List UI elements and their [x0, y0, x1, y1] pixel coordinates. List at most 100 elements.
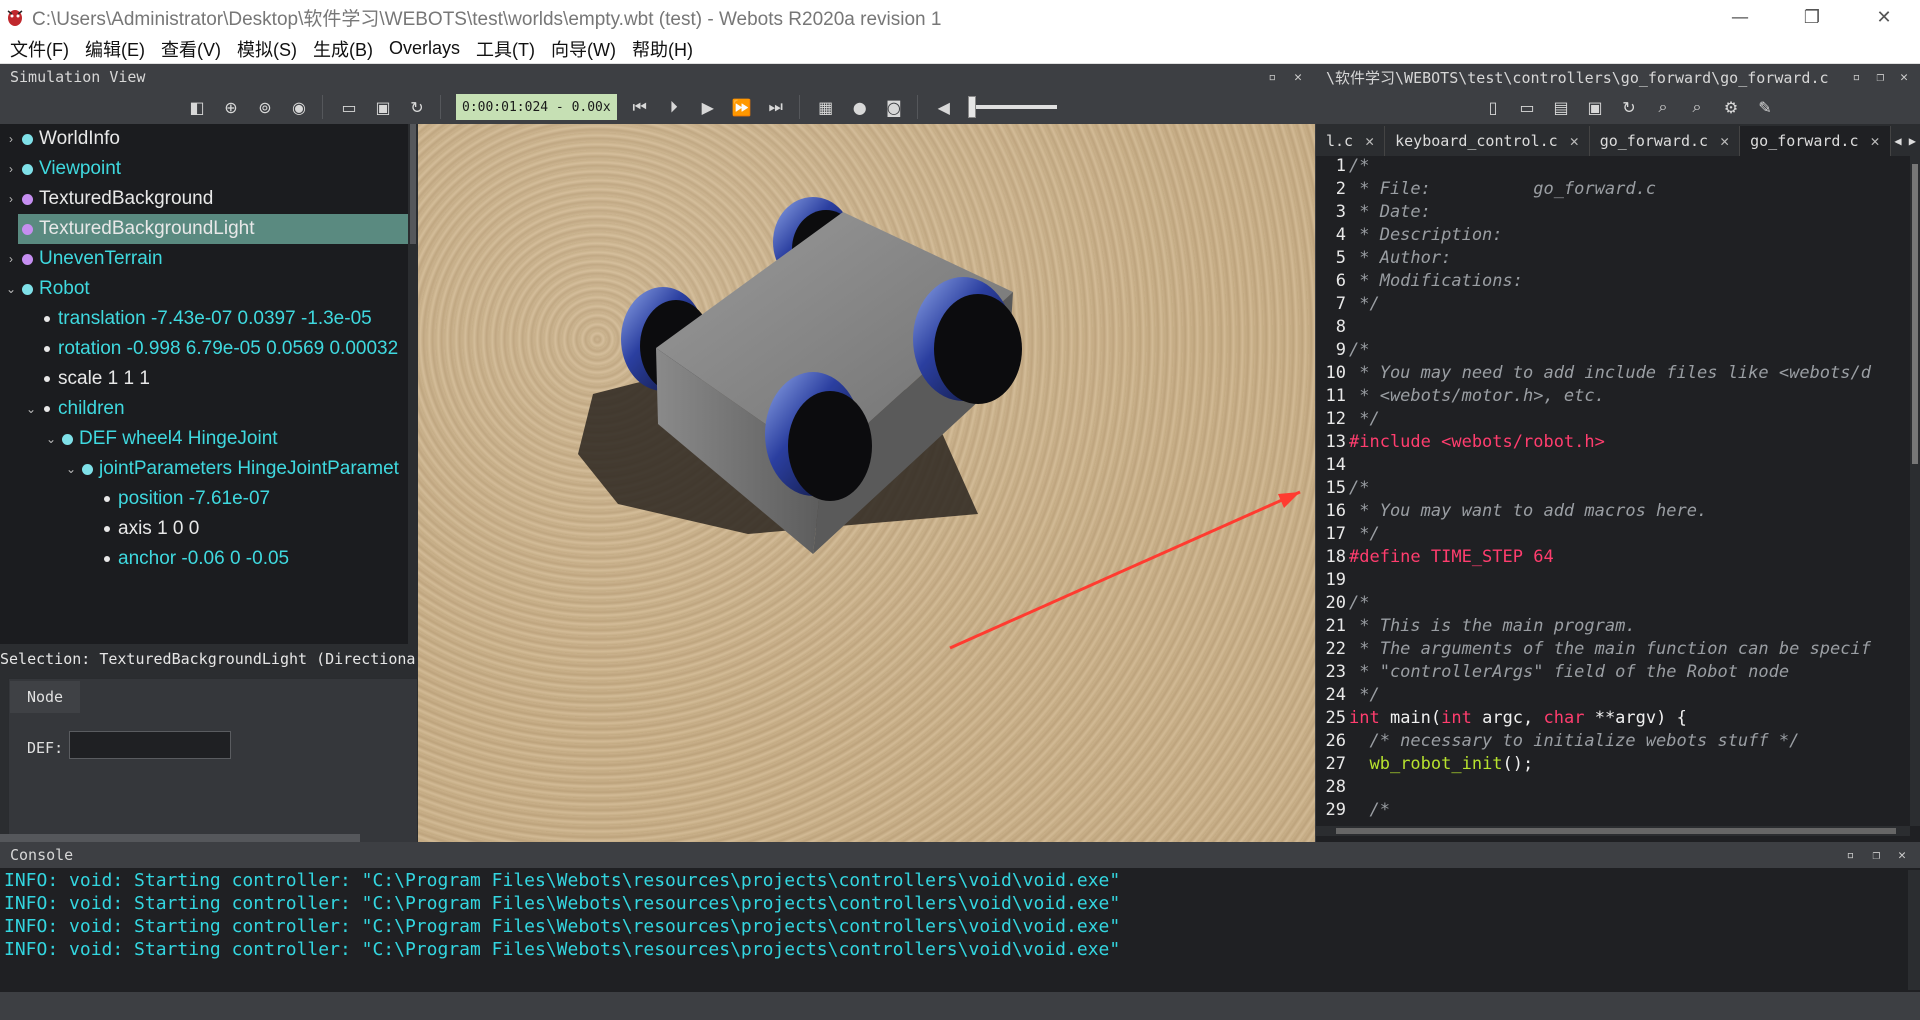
collapsed-arrow-icon[interactable]: › [4, 252, 18, 266]
code-token: * You may want to add macros here. [1349, 501, 1708, 521]
revert-icon[interactable]: ↻ [1612, 93, 1646, 121]
scene-tree-item[interactable]: › UnevenTerrain [0, 244, 408, 274]
toggle-scene-tree-icon[interactable]: ◧ [180, 93, 214, 121]
collapsed-arrow-icon[interactable]: › [4, 192, 18, 206]
restore-button[interactable]: ❐ [1776, 0, 1848, 34]
open-file-icon[interactable]: ▭ [1510, 93, 1544, 121]
tab-close-icon[interactable]: ✕ [1365, 132, 1374, 150]
scene-tree-item-label: jointParameters HingeJointParamet [99, 458, 399, 479]
menu-view[interactable]: 查看(V) [153, 36, 229, 62]
scene-tree-item[interactable]: TexturedBackgroundLight [18, 214, 408, 244]
save-all-icon[interactable]: ▣ [1578, 93, 1612, 121]
menu-wizards[interactable]: 向导(W) [543, 36, 624, 62]
screenshot-icon[interactable]: ◙ [877, 93, 911, 121]
code-text: * File: go_forward.c [1348, 179, 1656, 202]
collapsed-arrow-icon[interactable]: › [4, 162, 18, 176]
editor-hscroll-thumb[interactable] [1336, 828, 1896, 834]
close-panel-icon[interactable]: ✕ [1294, 70, 1302, 85]
volume-slider-knob[interactable] [967, 96, 976, 118]
code-token: */ [1349, 409, 1380, 429]
console-close-icon[interactable]: ✕ [1898, 848, 1906, 863]
tab-close-icon[interactable]: ✕ [1871, 132, 1880, 150]
reset-simulation-icon[interactable]: ⏮ [623, 93, 657, 121]
editor-maximize-icon[interactable]: ❐ [1876, 70, 1884, 85]
editor-tab-1[interactable]: l.c ✕ [1316, 126, 1386, 156]
scene-tree-item[interactable]: translation -7.43e-07 0.0397 -1.3e-05 [0, 304, 408, 334]
tab-close-icon[interactable]: ✕ [1720, 132, 1729, 150]
expanded-arrow-icon[interactable]: ⌄ [44, 432, 58, 446]
console-output[interactable]: INFO: void: Starting controller: "C:\Pro… [0, 870, 1908, 990]
left-panel-scrollbar[interactable] [0, 834, 360, 842]
fastest-icon[interactable]: ⏭ [759, 93, 793, 121]
open-world-icon[interactable]: ▭ [332, 93, 366, 121]
record-movie-icon[interactable]: ▦ [809, 93, 843, 121]
code-text: */ [1348, 685, 1379, 708]
scene-tree-item-label: axis 1 0 0 [118, 518, 200, 539]
reload-world-icon[interactable]: ↻ [400, 93, 434, 121]
replace-icon[interactable]: ⌕ [1680, 93, 1714, 121]
scene-tree-item[interactable]: ⌄ children [0, 394, 408, 424]
scene-tree-item[interactable]: ⌄ Robot [0, 274, 408, 304]
menu-simulation[interactable]: 模拟(S) [229, 36, 305, 62]
expanded-arrow-icon[interactable]: ⌄ [24, 402, 38, 416]
menu-help[interactable]: 帮助(H) [624, 36, 701, 62]
build-icon[interactable]: ⚙ [1714, 93, 1748, 121]
scene-tree-item[interactable]: › TexturedBackground [0, 184, 408, 214]
menu-build[interactable]: 生成(B) [305, 36, 381, 62]
expanded-arrow-icon[interactable]: ⌄ [64, 462, 78, 476]
clean-icon[interactable]: ✎ [1748, 93, 1782, 121]
scene-tree-item[interactable]: scale 1 1 1 [0, 364, 408, 394]
scene-tree-scroll-thumb[interactable] [410, 124, 416, 244]
expanded-arrow-icon[interactable]: ⌄ [4, 282, 18, 296]
menu-tools[interactable]: 工具(T) [468, 36, 543, 62]
add-node-icon[interactable]: ⊕ [214, 93, 248, 121]
console-maximize-icon[interactable]: ❐ [1872, 848, 1880, 863]
tab-close-icon[interactable]: ✕ [1570, 132, 1579, 150]
console-scrollbar[interactable] [1908, 870, 1920, 990]
editor-horizontal-scrollbar[interactable] [1316, 826, 1910, 836]
editor-tab-4[interactable]: go_forward.c ✕ [1740, 126, 1891, 156]
fast-icon[interactable]: ⏩ [725, 93, 759, 121]
scene-tree-item[interactable]: ⌄ DEF wheel4 HingeJoint [0, 424, 408, 454]
editor-close-icon[interactable]: ✕ [1900, 70, 1908, 85]
editor-float-icon[interactable]: ▫ [1853, 70, 1861, 85]
scene-tree-item[interactable]: position -7.61e-07 [0, 484, 408, 514]
scene-tree-scrollbar[interactable] [408, 124, 418, 644]
collapsed-arrow-icon[interactable]: › [4, 132, 18, 146]
save-world-icon[interactable]: ▣ [366, 93, 400, 121]
sound-icon[interactable]: ◀ [927, 93, 961, 121]
editor-vscroll-thumb[interactable] [1912, 164, 1918, 464]
find-icon[interactable]: ⌕ [1646, 93, 1680, 121]
new-file-icon[interactable]: ▯ [1476, 93, 1510, 121]
console-float-icon[interactable]: ▫ [1847, 848, 1855, 863]
code-area[interactable]: 1/* 2 * File: go_forward.c 3 * Date: 4 * De… [1316, 156, 1910, 826]
step-icon[interactable]: ⏵ [657, 93, 691, 121]
scene-tree-item[interactable]: anchor -0.06 0 -0.05 [0, 544, 408, 574]
scene-tree-item[interactable]: ⌄ jointParameters HingeJointParamet [0, 454, 408, 484]
editor-tab-3[interactable]: go_forward.c ✕ [1590, 126, 1741, 156]
float-icon[interactable]: ▫ [1268, 70, 1276, 85]
tab-node[interactable]: Node [10, 681, 80, 713]
scene-tree-item[interactable]: › WorldInfo [0, 124, 408, 154]
def-input[interactable] [69, 731, 231, 759]
minimize-button[interactable]: — [1704, 0, 1776, 34]
editor-tab-2[interactable]: keyboard_control.c ✕ [1385, 126, 1590, 156]
close-button[interactable]: ✕ [1848, 0, 1920, 34]
3d-view[interactable] [418, 124, 1315, 842]
line-number: 23 [1325, 662, 1346, 682]
menu-edit[interactable]: 编辑(E) [77, 36, 153, 62]
record-animation-icon[interactable]: ● [843, 93, 877, 121]
tab-scroll-arrows-icon[interactable]: ◀ ▶ [1894, 134, 1920, 156]
play-icon[interactable]: ▶ [691, 93, 725, 121]
scene-tree-item[interactable]: rotation -0.998 6.79e-05 0.0569 0.00032 [0, 334, 408, 364]
menu-overlays[interactable]: Overlays [381, 38, 468, 59]
scene-tree-item[interactable]: axis 1 0 0 [0, 514, 408, 544]
reset-viewpoint-icon[interactable]: ⊚ [248, 93, 282, 121]
editor-vertical-scrollbar[interactable] [1910, 156, 1920, 826]
code-token: /* [1349, 478, 1370, 498]
scene-tree-item[interactable]: › Viewpoint [0, 154, 408, 184]
eye-icon[interactable]: ◉ [282, 93, 316, 121]
volume-slider[interactable] [967, 96, 1057, 118]
menu-file[interactable]: 文件(F) [2, 36, 77, 62]
save-file-icon[interactable]: ▤ [1544, 93, 1578, 121]
